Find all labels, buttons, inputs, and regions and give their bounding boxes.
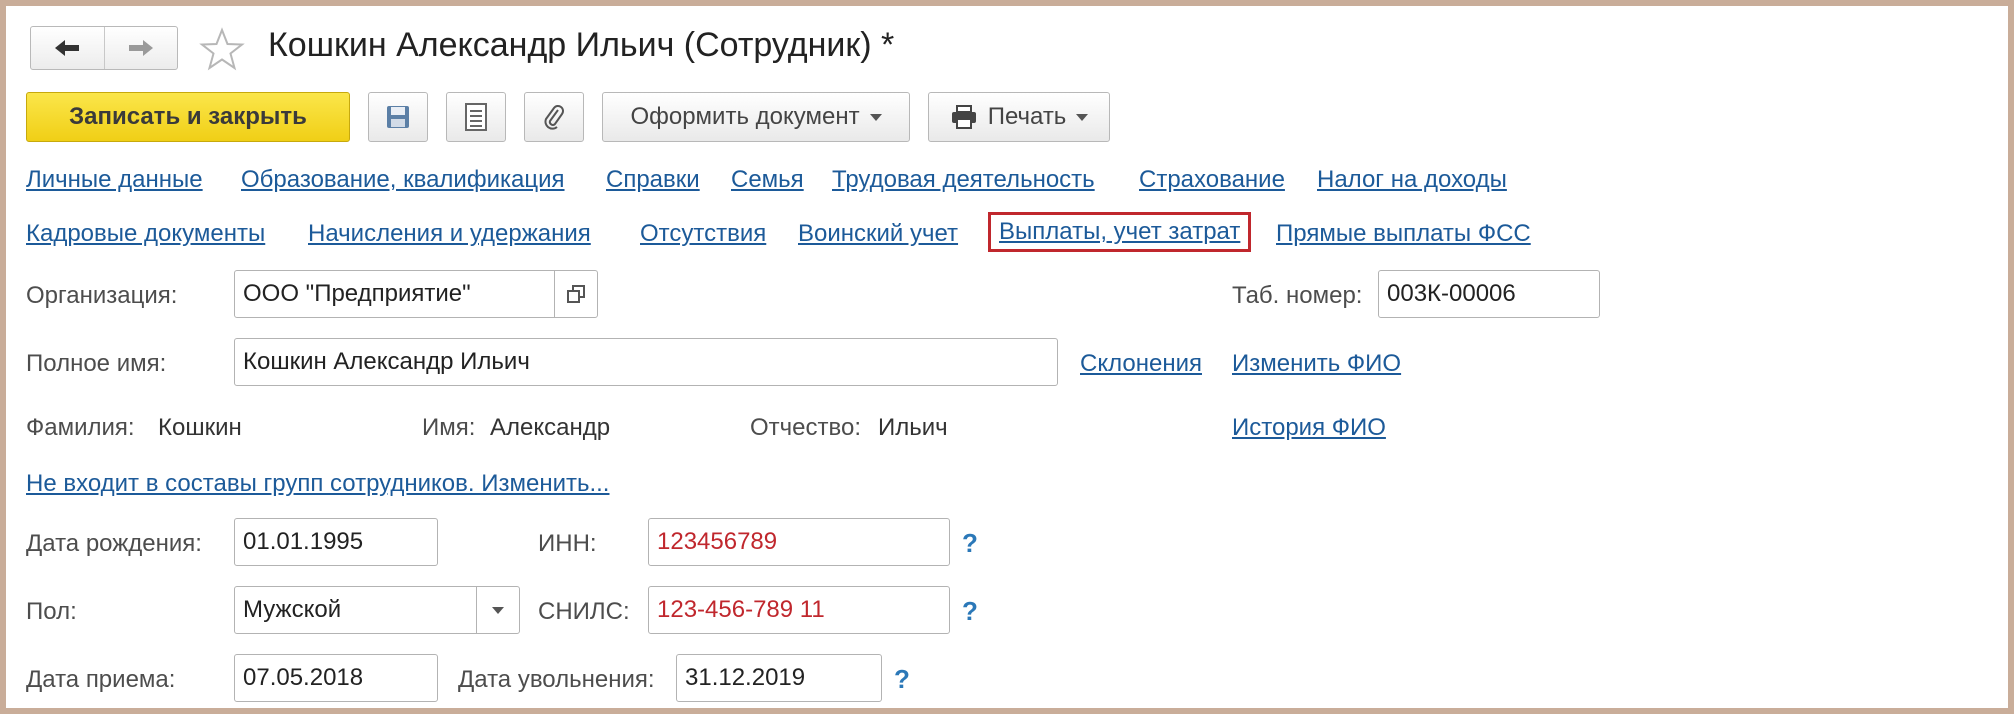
inn-value: 123456789 <box>657 528 778 555</box>
chevron-down-icon <box>492 606 504 614</box>
window-title: Кошкин Александр Ильич (Сотрудник) * <box>268 26 895 64</box>
patronymic-label: Отчество: <box>750 414 861 441</box>
organization-value: ООО "Предприятие" <box>243 280 471 307</box>
open-organization-button[interactable] <box>554 271 597 317</box>
create-document-label: Оформить документ <box>630 103 860 130</box>
link-fss-direct-payments[interactable]: Прямые выплаты ФСС <box>1276 220 1531 248</box>
dismissal-date-field[interactable]: 31.12.2019 <box>676 654 882 702</box>
organization-field[interactable]: ООО "Предприятие" <box>234 270 598 318</box>
gender-value: Мужской <box>243 596 342 623</box>
printer-icon <box>951 105 976 129</box>
chevron-down-icon <box>1076 113 1089 121</box>
snils-field[interactable]: 123-456-789 11 <box>648 586 950 634</box>
hire-date-value: 07.05.2018 <box>243 664 364 691</box>
save-and-close-label: Записать и закрыть <box>69 103 307 130</box>
save-button[interactable] <box>368 92 428 142</box>
create-document-dropdown[interactable]: Оформить документ <box>602 92 910 142</box>
tab-number-label: Таб. номер: <box>1232 282 1363 309</box>
inn-field[interactable]: 123456789 <box>648 518 950 566</box>
snils-label: СНИЛС: <box>538 598 630 625</box>
link-income-tax[interactable]: Налог на доходы <box>1317 166 1507 194</box>
back-button[interactable] <box>31 27 104 69</box>
forward-button[interactable] <box>103 27 178 69</box>
patronymic-value: Ильич <box>878 414 948 441</box>
link-certificates[interactable]: Справки <box>606 166 700 194</box>
star-icon[interactable] <box>198 26 246 74</box>
employee-card-window: Кошкин Александр Ильич (Сотрудник) * Зап… <box>0 0 2014 714</box>
print-dropdown[interactable]: Печать <box>928 92 1110 142</box>
gender-select[interactable]: Мужской <box>234 586 520 634</box>
birth-date-label: Дата рождения: <box>26 530 202 557</box>
full-name-label: Полное имя: <box>26 350 167 377</box>
full-name-value: Кошкин Александр Ильич <box>243 348 530 375</box>
attach-button[interactable] <box>524 92 584 142</box>
link-education[interactable]: Образование, квалификация <box>241 166 565 194</box>
snils-help-icon[interactable]: ? <box>962 596 978 627</box>
history-nav <box>30 26 178 70</box>
birth-date-field[interactable]: 01.01.1995 <box>234 518 438 566</box>
link-insurance[interactable]: Страхование <box>1139 166 1285 194</box>
declensions-link[interactable]: Склонения <box>1080 350 1202 378</box>
link-payments-cost-accounting[interactable]: Выплаты, учет затрат <box>988 212 1252 252</box>
chevron-down-icon <box>869 113 882 121</box>
organization-label: Организация: <box>26 282 178 309</box>
gender-label: Пол: <box>26 598 77 625</box>
snils-value: 123-456-789 11 <box>657 596 825 623</box>
link-military-registration[interactable]: Воинский учет <box>798 220 958 248</box>
inn-help-icon[interactable]: ? <box>962 528 978 559</box>
first-name-label: Имя: <box>422 414 476 441</box>
arrow-left-icon <box>55 40 80 56</box>
full-name-field[interactable]: Кошкин Александр Ильич <box>234 338 1058 386</box>
tab-number-value: 003К-00006 <box>1387 280 1516 307</box>
link-hr-documents[interactable]: Кадровые документы <box>26 220 265 248</box>
surname-label: Фамилия: <box>26 414 135 441</box>
link-accruals-deductions[interactable]: Начисления и удержания <box>308 220 591 248</box>
birth-date-value: 01.01.1995 <box>243 528 364 555</box>
dismissal-date-label: Дата увольнения: <box>458 666 655 693</box>
related-documents-button[interactable] <box>446 92 506 142</box>
save-and-close-button[interactable]: Записать и закрыть <box>26 92 350 142</box>
link-family[interactable]: Семья <box>731 166 804 194</box>
change-name-link[interactable]: Изменить ФИО <box>1232 350 1401 378</box>
gender-dropdown-button[interactable] <box>476 587 519 633</box>
inn-label: ИНН: <box>538 530 597 557</box>
print-label: Печать <box>987 103 1067 130</box>
first-name-value: Александр <box>490 414 611 441</box>
paperclip-icon <box>544 105 564 130</box>
name-history-link[interactable]: История ФИО <box>1232 414 1386 442</box>
arrow-right-icon <box>128 40 153 56</box>
hire-date-label: Дата приема: <box>26 666 176 693</box>
surname-value: Кошкин <box>158 414 242 441</box>
link-personal-data[interactable]: Личные данные <box>26 166 203 194</box>
hire-date-field[interactable]: 07.05.2018 <box>234 654 438 702</box>
open-form-icon <box>567 285 585 303</box>
dismissal-help-icon[interactable]: ? <box>894 664 910 695</box>
dismissal-date-value: 31.12.2019 <box>685 664 806 691</box>
document-list-icon <box>465 103 487 131</box>
link-work-history[interactable]: Трудовая деятельность <box>832 166 1095 194</box>
floppy-disk-icon <box>387 106 409 128</box>
employee-groups-link[interactable]: Не входит в составы групп сотрудников. И… <box>26 470 609 498</box>
link-absences[interactable]: Отсутствия <box>640 220 766 248</box>
tab-number-field[interactable]: 003К-00006 <box>1378 270 1600 318</box>
